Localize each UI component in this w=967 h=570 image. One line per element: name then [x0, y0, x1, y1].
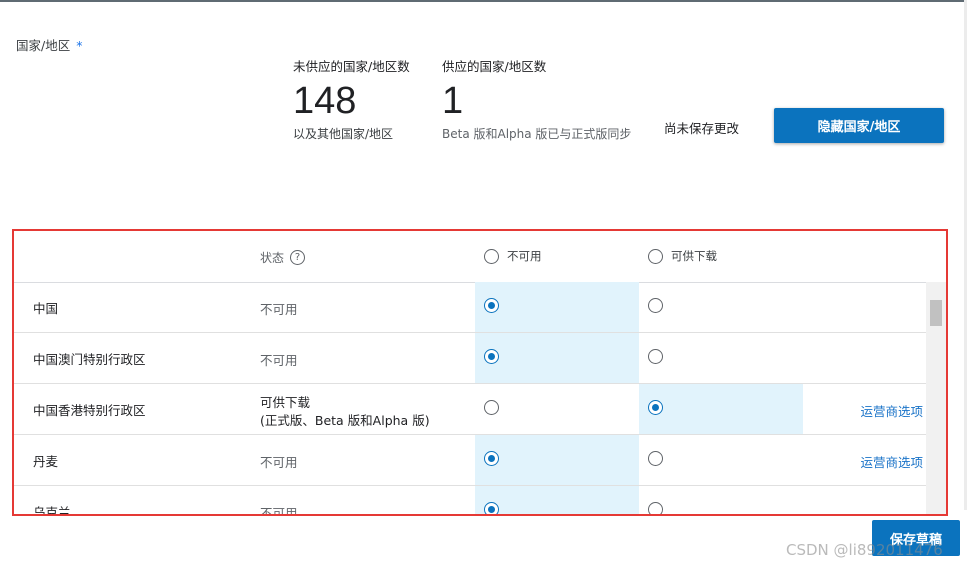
hide-countries-button[interactable]: 隐藏国家/地区 — [774, 108, 944, 143]
radio-icon[interactable] — [648, 451, 663, 466]
table-scrollbar[interactable] — [926, 282, 946, 514]
help-icon[interactable]: ? — [290, 250, 306, 265]
cell-available[interactable] — [639, 333, 803, 383]
required-mark: * — [76, 38, 83, 53]
unavailable-note: 以及其他国家/地区 — [293, 127, 394, 141]
top-divider — [0, 0, 967, 2]
radio-icon[interactable] — [484, 400, 499, 415]
row-status: 不可用 — [260, 302, 298, 317]
unavailable-stat: 未供应的国家/地区数 148 以及其他国家/地区 — [293, 56, 410, 142]
row-status: 不可用 — [260, 506, 298, 514]
table-row: 中国 不可用 — [14, 282, 926, 333]
carrier-options-link[interactable]: 运营商选项 — [860, 452, 923, 471]
unavailable-count: 148 — [293, 80, 357, 122]
cell-available[interactable] — [639, 282, 803, 332]
header-set-all-available[interactable]: 可供下载 — [648, 248, 717, 264]
cell-available[interactable] — [639, 486, 803, 514]
radio-icon[interactable] — [484, 248, 499, 264]
table-header: 状态 ? 不可用 可供下载 — [14, 231, 946, 283]
country-name: 中国澳门特别行政区 — [33, 352, 146, 367]
row-status-line1: 可供下载 — [260, 395, 311, 410]
country-name: 中国香港特别行政区 — [33, 403, 146, 418]
available-stat: 供应的国家/地区数 1 Beta 版和Alpha 版已与正式版同步 — [442, 56, 631, 142]
radio-icon[interactable] — [648, 248, 663, 264]
country-name: 乌克兰 — [33, 505, 71, 514]
carrier-options-link[interactable]: 运营商选项 — [860, 401, 923, 420]
cell-unavailable[interactable] — [475, 333, 639, 383]
radio-icon[interactable] — [648, 502, 663, 514]
country-name: 中国 — [33, 301, 59, 316]
unsaved-changes-text: 尚未保存更改 — [664, 121, 740, 136]
radio-icon[interactable] — [484, 349, 499, 364]
cell-unavailable[interactable] — [475, 435, 639, 485]
header-option-label: 不可用 — [507, 249, 542, 263]
status-header-label: 状态 — [260, 251, 285, 265]
available-count: 1 — [442, 80, 464, 122]
radio-icon[interactable] — [648, 298, 663, 313]
country-name: 丹麦 — [33, 454, 59, 469]
row-status-line2: (正式版、Beta 版和Alpha 版) — [260, 413, 430, 428]
radio-icon[interactable] — [648, 400, 663, 415]
countries-table: 状态 ? 不可用 可供下载 中国 不可用 中国澳门特别行政区 不可用 中国香港特… — [12, 229, 948, 516]
cell-available[interactable] — [639, 384, 803, 434]
available-caption: 供应的国家/地区数 — [442, 59, 547, 74]
country-field-label: 国家/地区 * — [16, 38, 83, 53]
row-status: 可供下载 (正式版、Beta 版和Alpha 版) — [260, 394, 430, 430]
row-status: 不可用 — [260, 353, 298, 368]
status-column-header: 状态 ? — [260, 249, 306, 266]
header-option-label: 可供下载 — [671, 249, 717, 263]
row-status: 不可用 — [260, 455, 298, 470]
table-row: 中国香港特别行政区 可供下载 (正式版、Beta 版和Alpha 版) 运营商选… — [14, 384, 926, 435]
cell-available[interactable] — [639, 435, 803, 485]
cell-unavailable[interactable] — [475, 486, 639, 514]
table-row: 乌克兰 不可用 — [14, 486, 926, 514]
radio-icon[interactable] — [648, 349, 663, 364]
cell-unavailable[interactable] — [475, 384, 639, 434]
scrollbar-thumb[interactable] — [930, 300, 942, 326]
table-row: 丹麦 不可用 运营商选项 — [14, 435, 926, 486]
watermark: CSDN @li892011476 — [786, 541, 943, 559]
table-body: 中国 不可用 中国澳门特别行政区 不可用 中国香港特别行政区 可供下载 (正式版… — [14, 282, 926, 514]
available-note: Beta 版和Alpha 版已与正式版同步 — [442, 127, 632, 141]
cell-unavailable[interactable] — [475, 282, 639, 332]
radio-icon[interactable] — [484, 502, 499, 514]
radio-icon[interactable] — [484, 298, 499, 313]
table-row: 中国澳门特别行政区 不可用 — [14, 333, 926, 384]
radio-icon[interactable] — [484, 451, 499, 466]
unavailable-caption: 未供应的国家/地区数 — [293, 59, 410, 74]
header-set-all-unavailable[interactable]: 不可用 — [484, 248, 542, 264]
